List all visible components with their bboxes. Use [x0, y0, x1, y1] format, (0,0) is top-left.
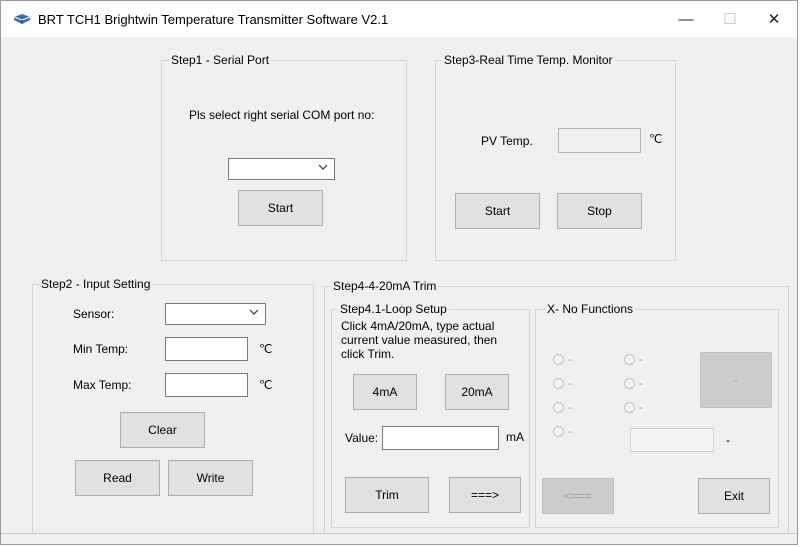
sensor-label: Sensor: — [73, 307, 115, 321]
loop-setup-groupbox: Step4.1-Loop Setup Click 4mA/20mA, type … — [331, 302, 530, 528]
status-strip — [1, 533, 797, 544]
x-no-functions-groupbox: X- No Functions - - - - - - - - - <=== E… — [535, 302, 779, 528]
chevron-down-icon — [249, 309, 259, 315]
max-temp-label: Max Temp: — [73, 378, 132, 392]
window-title: BRT TCH1 Brightwin Temperature Transmitt… — [38, 12, 389, 27]
step2-group-label: Step2 - Input Setting — [39, 277, 153, 291]
radio-icon — [553, 377, 564, 389]
monitor-start-button[interactable]: Start — [455, 193, 540, 229]
step1-groupbox: Step1 - Serial Port Pls select right ser… — [161, 53, 407, 261]
sensor-select[interactable] — [165, 303, 266, 325]
trim-value-input[interactable] — [382, 426, 499, 450]
title-bar[interactable]: BRT TCH1 Brightwin Temperature Transmitt… — [1, 1, 797, 37]
read-button[interactable]: Read — [75, 460, 160, 496]
min-temp-input[interactable] — [165, 337, 248, 361]
x-radio-3: - — [553, 400, 572, 414]
com-port-prompt: Pls select right serial COM port no: — [189, 108, 375, 122]
chevron-down-icon — [318, 164, 328, 170]
x-radio-1: - — [553, 352, 572, 366]
20ma-button[interactable]: 20mA — [445, 374, 509, 410]
app-icon — [13, 14, 31, 24]
x-disabled-box: - — [700, 352, 772, 408]
x-radio-6: - — [624, 376, 643, 390]
min-temp-label: Min Temp: — [73, 342, 129, 356]
step1-start-button[interactable]: Start — [238, 190, 323, 226]
x-radio-5: - — [624, 352, 643, 366]
pv-temp-label: PV Temp. — [481, 134, 533, 148]
radio-icon — [553, 401, 564, 413]
trim-unit-label: mA — [506, 430, 524, 444]
step3-group-label: Step3-Real Time Temp. Monitor — [442, 53, 615, 67]
write-button[interactable]: Write — [168, 460, 253, 496]
step4-groupbox: Step4-4-20mA Trim Step4.1-Loop Setup Cli… — [324, 279, 789, 542]
x-radio-2: - — [553, 376, 572, 390]
close-button[interactable]: ✕ — [751, 6, 797, 32]
clear-button[interactable]: Clear — [120, 412, 205, 448]
exit-button[interactable]: Exit — [698, 478, 770, 514]
radio-icon — [553, 425, 564, 437]
com-port-select[interactable] — [228, 158, 335, 180]
x-disabled-field — [630, 428, 714, 452]
step1-group-label: Step1 - Serial Port — [169, 53, 272, 67]
step4-group-label: Step4-4-20mA Trim — [331, 279, 439, 293]
radio-icon — [553, 353, 564, 365]
maximize-button: ☐ — [707, 6, 753, 32]
max-temp-input[interactable] — [165, 373, 248, 397]
x-field-suffix: - — [726, 433, 730, 447]
loop-setup-group-label: Step4.1-Loop Setup — [338, 302, 449, 316]
max-unit-label: ℃ — [259, 378, 273, 392]
maximize-icon: ☐ — [723, 11, 737, 28]
min-unit-label: ℃ — [259, 342, 273, 356]
next-button[interactable]: ===> — [449, 477, 521, 513]
x-radio-7: - — [624, 400, 643, 414]
minimize-icon: — — [678, 10, 694, 28]
x-radio-4: - — [553, 424, 572, 438]
step3-groupbox: Step3-Real Time Temp. Monitor PV Temp. ℃… — [435, 53, 676, 261]
back-button: <=== — [542, 478, 614, 514]
step2-groupbox: Step2 - Input Setting Sensor: Min Temp: … — [32, 277, 314, 534]
pv-temp-field — [558, 128, 641, 153]
pv-unit-label: ℃ — [649, 132, 663, 146]
main-window: BRT TCH1 Brightwin Temperature Transmitt… — [0, 0, 798, 545]
4ma-button[interactable]: 4mA — [353, 374, 417, 410]
monitor-stop-button[interactable]: Stop — [557, 193, 642, 229]
trim-value-label: Value: — [345, 431, 379, 445]
trim-button[interactable]: Trim — [345, 477, 429, 513]
minimize-button[interactable]: — — [663, 6, 709, 32]
close-icon: ✕ — [767, 11, 781, 28]
x-no-functions-group-label: X- No Functions — [545, 302, 636, 316]
radio-icon — [624, 401, 635, 413]
radio-icon — [624, 377, 635, 389]
client-area: Step1 - Serial Port Pls select right ser… — [1, 37, 797, 544]
radio-icon — [624, 353, 635, 365]
loop-instructions: Click 4mA/20mA, type actual current valu… — [341, 319, 498, 361]
